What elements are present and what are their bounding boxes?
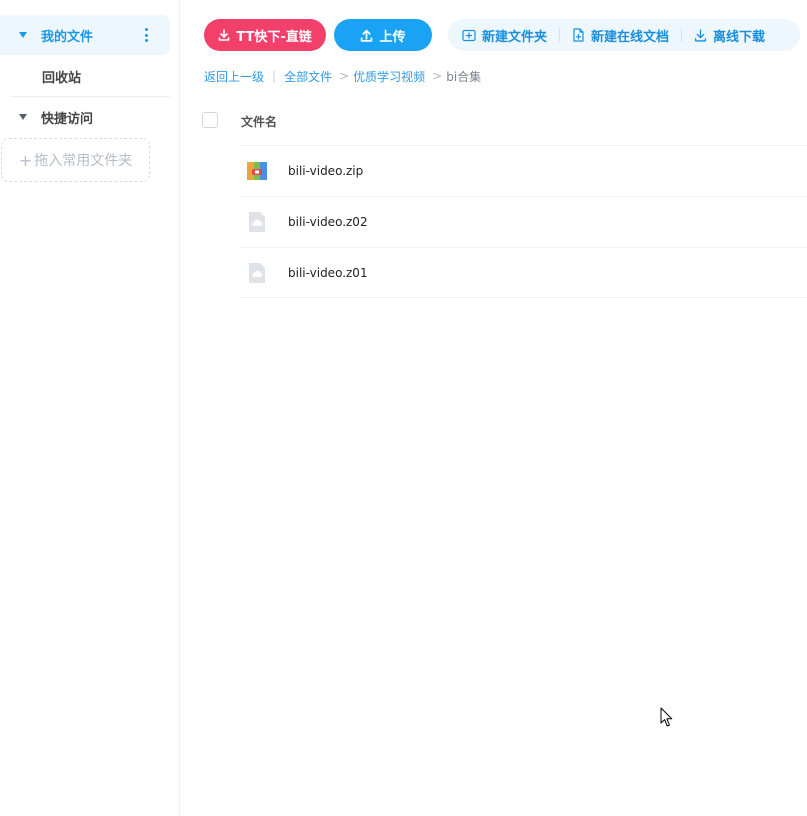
tt-direct-download-label: TT快下-直链 <box>236 29 312 45</box>
sidebar-item-recycle-bin[interactable]: 回收站 <box>42 67 81 86</box>
new-folder-icon <box>462 29 476 41</box>
column-header-filename[interactable]: 文件名 <box>241 113 277 130</box>
upload-icon <box>361 29 373 42</box>
sidebar: 我的文件 回收站 快捷访问 + 拖入常用文件夹 <box>0 0 180 816</box>
breadcrumb: 返回上一级 | 全部文件 > 优质学习视频 > bi合集 <box>204 68 481 84</box>
file-row[interactable]: bili-video.z02 <box>240 196 807 247</box>
sidebar-item-label: 我的文件 <box>41 29 94 45</box>
upload-button[interactable]: 上传 <box>334 19 432 51</box>
caret-down-icon <box>19 32 27 38</box>
new-online-doc-label: 新建在线文档 <box>591 29 670 45</box>
toolbar-actions: 新建文件夹 新建在线文档 离线下载 <box>448 19 800 51</box>
breadcrumb-all-files-link[interactable]: 全部文件 <box>284 68 332 85</box>
offline-download-label: 离线下载 <box>713 29 766 45</box>
more-options-icon[interactable] <box>144 28 148 42</box>
upload-label: 上传 <box>379 29 406 45</box>
breadcrumb-separator-icon: > <box>339 69 350 83</box>
generic-file-icon <box>246 262 268 284</box>
breadcrumb-separator-icon: > <box>432 69 443 83</box>
file-name[interactable]: bili-video.z01 <box>288 266 368 280</box>
download-icon <box>218 29 230 41</box>
sidebar-divider <box>10 96 170 97</box>
offline-download-button[interactable]: 离线下载 <box>694 26 765 45</box>
file-manager: 我的文件 回收站 快捷访问 + 拖入常用文件夹 TT快下-直链 上传 新建文件夹… <box>0 0 807 816</box>
file-name[interactable]: bili-video.zip <box>288 164 363 178</box>
breadcrumb-current: bi合集 <box>446 69 482 84</box>
drop-zone-label: 拖入常用文件夹 <box>34 153 133 169</box>
sidebar-item-quick-access[interactable]: 快捷访问 <box>0 106 93 128</box>
new-document-icon <box>573 28 584 42</box>
toolbar-divider <box>559 28 561 42</box>
select-all-checkbox[interactable] <box>202 112 218 128</box>
plus-icon: + <box>18 150 33 170</box>
tt-direct-download-button[interactable]: TT快下-直链 <box>204 19 326 51</box>
file-name[interactable]: bili-video.z02 <box>288 215 368 229</box>
sidebar-item-label: 快捷访问 <box>41 111 94 127</box>
breadcrumb-divider: | <box>272 69 277 83</box>
zip-archive-icon <box>246 160 268 182</box>
sidebar-item-my-files[interactable]: 我的文件 <box>0 15 170 55</box>
file-row[interactable]: bili-video.zip <box>240 145 807 196</box>
file-row[interactable]: bili-video.z01 <box>240 247 807 298</box>
new-folder-button[interactable]: 新建文件夹 <box>462 26 547 45</box>
mouse-cursor-icon <box>660 707 673 727</box>
toolbar-divider <box>681 28 683 42</box>
breadcrumb-folder-link[interactable]: 优质学习视频 <box>353 68 425 85</box>
generic-file-icon <box>246 211 268 233</box>
new-online-doc-button[interactable]: 新建在线文档 <box>572 26 669 45</box>
download-icon <box>695 28 707 42</box>
new-folder-label: 新建文件夹 <box>482 29 548 45</box>
caret-down-icon <box>19 114 27 120</box>
favorite-folder-drop-zone[interactable]: + 拖入常用文件夹 <box>1 138 150 182</box>
breadcrumb-back-link[interactable]: 返回上一级 <box>204 68 264 85</box>
